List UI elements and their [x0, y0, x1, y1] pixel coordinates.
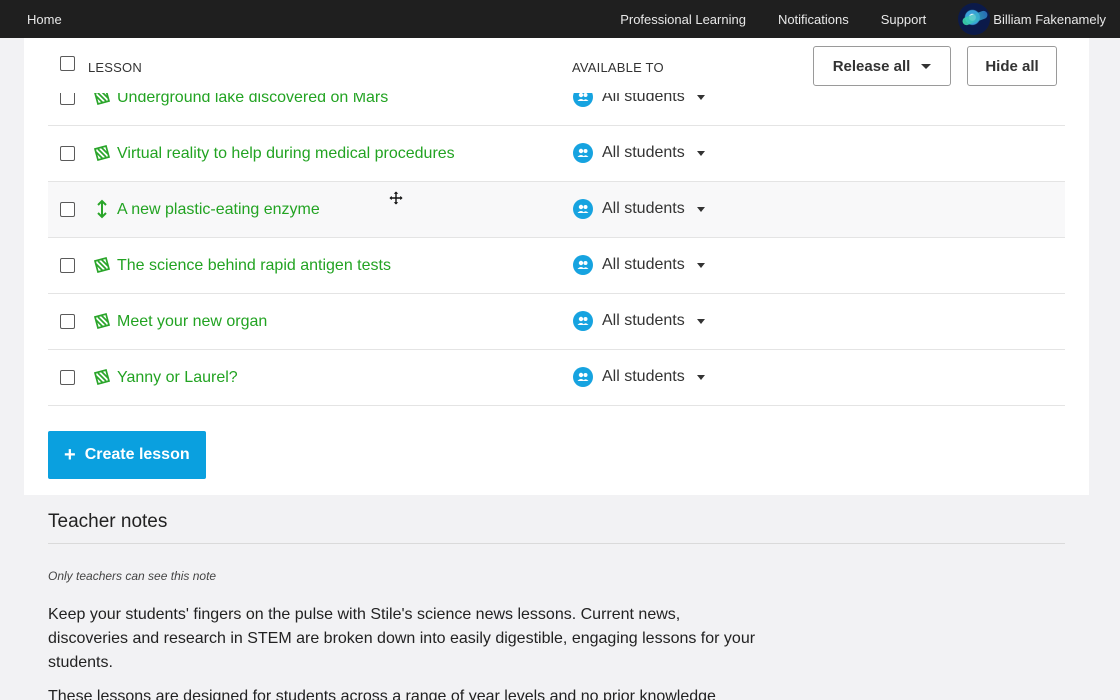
- availability-dropdown[interactable]: All students: [573, 143, 705, 163]
- caret-down-icon: [921, 63, 932, 69]
- availability-dropdown[interactable]: All students: [573, 311, 705, 331]
- lesson-column-header: LESSON: [88, 60, 142, 75]
- plus-icon: +: [64, 444, 76, 466]
- available-to-column-header: AVAILABLE TO: [572, 60, 664, 75]
- hide-all-button[interactable]: Hide all: [967, 46, 1057, 86]
- students-icon: [573, 255, 593, 275]
- caret-down-icon: [696, 262, 705, 268]
- nav-professional-learning-link[interactable]: Professional Learning: [620, 12, 746, 27]
- lesson-title-link[interactable]: A new plastic-eating enzyme: [117, 201, 320, 219]
- lesson-title-link[interactable]: The science behind rapid antigen tests: [117, 257, 391, 275]
- teacher-notes-heading: Teacher notes: [48, 511, 168, 532]
- create-lesson-label: Create lesson: [84, 446, 190, 463]
- lesson-panel: Underground lake discovered on Mars All …: [24, 38, 1089, 495]
- availability-label: All students: [602, 200, 685, 217]
- lesson-title-link[interactable]: Virtual reality to help during medical p…: [117, 145, 455, 163]
- nav-home-link[interactable]: Home: [27, 12, 62, 27]
- move-cursor-icon: [389, 191, 403, 205]
- lesson-row: Virtual reality to help during medical p…: [48, 126, 1065, 182]
- students-icon: [573, 199, 593, 219]
- students-icon: [573, 367, 593, 387]
- top-nav-bar: Home Professional Learning Notifications…: [0, 0, 1120, 38]
- select-all-checkbox[interactable]: [60, 56, 75, 71]
- teacher-notes-section: Teacher notes Only teachers can see this…: [24, 495, 1089, 700]
- caret-down-icon: [696, 206, 705, 212]
- release-all-button[interactable]: Release all: [813, 46, 951, 86]
- students-icon: [573, 311, 593, 331]
- lesson-row: Yanny or Laurel? All students: [48, 350, 1065, 406]
- table-header: LESSON AVAILABLE TO Release all Hide all: [48, 38, 1065, 93]
- availability-label: All students: [602, 256, 685, 273]
- user-name[interactable]: Billiam Fakenamely: [993, 12, 1106, 27]
- caret-down-icon: [696, 94, 705, 100]
- lesson-list: Underground lake discovered on Mars All …: [48, 70, 1065, 406]
- nav-notifications-link[interactable]: Notifications: [778, 12, 849, 27]
- lesson-row: Meet your new organ All students: [48, 294, 1065, 350]
- lesson-row: A new plastic-eating enzyme All students: [48, 182, 1065, 238]
- lesson-icon: [92, 311, 112, 331]
- row-checkbox[interactable]: [60, 258, 75, 273]
- lesson-icon: [92, 143, 112, 163]
- lesson-icon: [92, 255, 112, 275]
- lesson-title-link[interactable]: Yanny or Laurel?: [117, 369, 238, 387]
- drag-handle-icon[interactable]: [92, 199, 112, 219]
- note-paragraph: These lessons are designed for students …: [48, 688, 716, 700]
- lesson-icon: [92, 367, 112, 387]
- row-checkbox[interactable]: [60, 146, 75, 161]
- lesson-title-link[interactable]: Meet your new organ: [117, 313, 267, 331]
- caret-down-icon: [696, 150, 705, 156]
- divider: [48, 543, 1065, 544]
- create-lesson-button[interactable]: + Create lesson: [48, 431, 206, 479]
- row-checkbox[interactable]: [60, 370, 75, 385]
- lesson-row: The science behind rapid antigen tests A…: [48, 238, 1065, 294]
- nav-support-link[interactable]: Support: [881, 12, 927, 27]
- availability-dropdown[interactable]: All students: [573, 367, 705, 387]
- row-checkbox[interactable]: [60, 314, 75, 329]
- note-visibility-label: Only teachers can see this note: [48, 569, 217, 583]
- release-all-label: Release all: [832, 57, 911, 75]
- availability-dropdown[interactable]: All students: [573, 255, 705, 275]
- availability-label: All students: [602, 368, 685, 385]
- avatar[interactable]: [958, 3, 991, 35]
- availability-dropdown[interactable]: All students: [573, 199, 705, 219]
- availability-label: All students: [602, 144, 685, 161]
- availability-label: All students: [602, 312, 685, 329]
- students-icon: [573, 143, 593, 163]
- nav-right-group: Professional Learning Notifications Supp…: [620, 0, 1120, 38]
- note-paragraph: Keep your students' fingers on the pulse…: [48, 606, 756, 671]
- caret-down-icon: [696, 374, 705, 380]
- user-menu[interactable]: Billiam Fakenamely: [958, 3, 1106, 35]
- row-checkbox[interactable]: [60, 202, 75, 217]
- caret-down-icon: [696, 318, 705, 324]
